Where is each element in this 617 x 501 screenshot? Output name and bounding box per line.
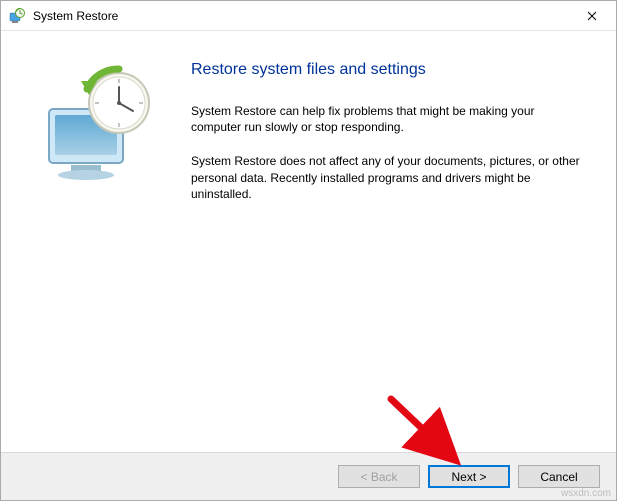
page-heading: Restore system files and settings	[191, 61, 586, 79]
cancel-button[interactable]: Cancel	[518, 465, 600, 488]
next-button[interactable]: Next >	[428, 465, 510, 488]
close-button[interactable]	[572, 2, 612, 30]
system-restore-illustration-icon	[31, 61, 161, 191]
main-pane: Restore system files and settings System…	[181, 51, 606, 442]
system-restore-window: System Restore	[0, 0, 617, 501]
body-area: Restore system files and settings System…	[1, 31, 616, 452]
illustration-pane	[11, 51, 181, 442]
content-area: Restore system files and settings System…	[1, 31, 616, 500]
close-icon	[587, 11, 597, 21]
wizard-button-bar: < Back Next > Cancel	[1, 452, 616, 500]
system-restore-icon	[9, 8, 25, 24]
intro-paragraph-2: System Restore does not affect any of yo…	[191, 153, 586, 202]
intro-paragraph-1: System Restore can help fix problems tha…	[191, 103, 586, 135]
window-title: System Restore	[33, 9, 572, 23]
back-button: < Back	[338, 465, 420, 488]
titlebar: System Restore	[1, 1, 616, 31]
